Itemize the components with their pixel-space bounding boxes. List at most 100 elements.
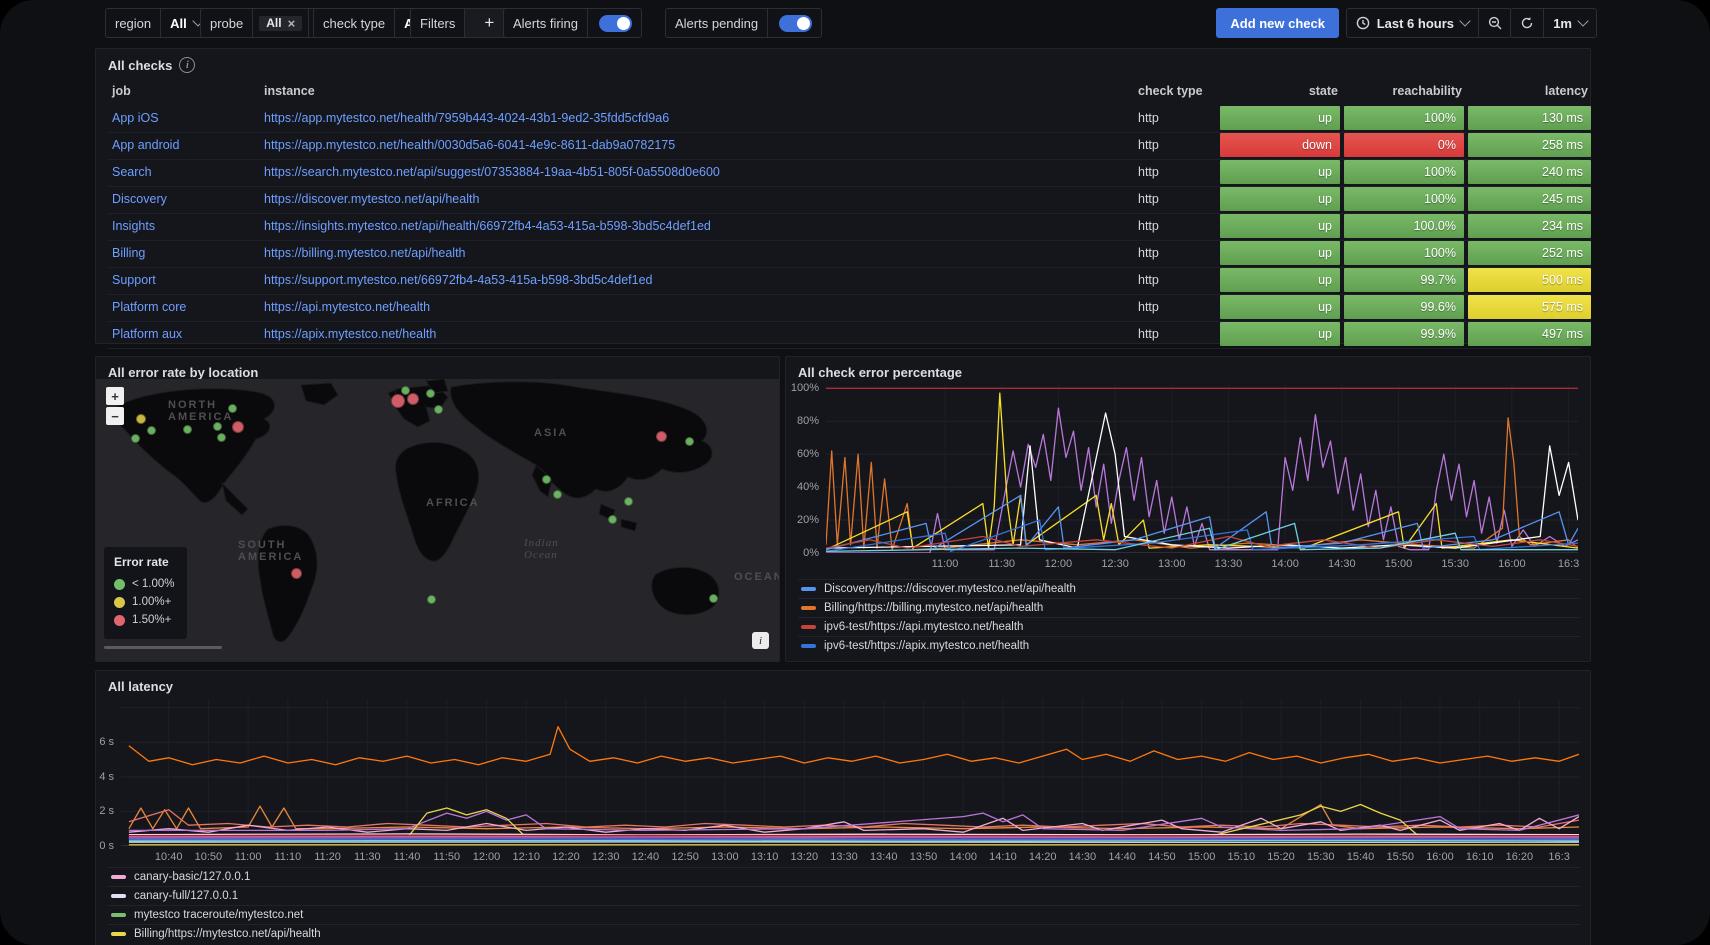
job-link[interactable]: Discovery (112, 186, 260, 212)
map-legend-scrollbar[interactable] (104, 646, 222, 649)
job-link[interactable]: App iOS (112, 105, 260, 131)
alerts-firing-toggle[interactable] (599, 15, 632, 32)
chart-legend-item[interactable]: canary-full/127.0.0.1 (108, 886, 1580, 905)
map-marker-ok[interactable] (709, 594, 718, 603)
map-zoom-in-button[interactable]: + (106, 387, 124, 405)
info-icon[interactable]: i (179, 57, 195, 73)
panel-title-latency: All latency (108, 679, 173, 694)
map-marker-ok[interactable] (217, 433, 226, 442)
job-link[interactable]: App android (112, 132, 260, 158)
latency-plot: 6 s4 s2 s0 s10:4010:5011:0011:1011:2011:… (121, 699, 1579, 846)
map-marker-crit[interactable] (407, 393, 419, 405)
job-link[interactable]: Search (112, 159, 260, 185)
chart-legend-item[interactable]: canary-basic/127.0.0.1 (108, 867, 1580, 886)
instance-link[interactable]: https://api.mytestco.net/health (264, 294, 1124, 320)
refresh-button[interactable] (1511, 9, 1543, 37)
instance-link[interactable]: https://apix.mytestco.net/health (264, 321, 1124, 347)
map-marker-ok[interactable] (147, 426, 156, 435)
legend-dot-icon (114, 597, 125, 608)
error-percentage-plot: 100%80%60%40%20%0%11:0011:3012:0012:3013… (826, 385, 1578, 553)
chart-legend-item[interactable]: mytestco traceroute/mytestco.net (108, 905, 1580, 924)
x-axis-tick: 12:50 (671, 851, 699, 863)
map-marker-ok[interactable] (131, 434, 140, 443)
probe-filter-tag[interactable]: All× (259, 16, 302, 31)
state-cell: up (1220, 241, 1340, 265)
map-region-label: ASIA (534, 427, 568, 439)
job-link[interactable]: Platform core (112, 294, 260, 320)
x-axis-tick: 11:20 (314, 851, 341, 863)
job-link[interactable]: Billing (112, 240, 260, 266)
y-axis-tick: 0% (803, 547, 826, 559)
map-legend-item: < 1.00% (114, 575, 175, 593)
series-blue (129, 839, 1579, 840)
map-marker-ok[interactable] (624, 497, 633, 506)
zoom-out-time-button[interactable] (1478, 9, 1511, 37)
map-attribution-button[interactable]: i (752, 632, 769, 649)
remove-tag-icon[interactable]: × (288, 16, 296, 31)
map-marker-ok[interactable] (401, 386, 410, 395)
map-marker-crit[interactable] (391, 394, 405, 408)
chart-legend-item[interactable]: ipv6-test/https://api.mytestco.net/healt… (798, 617, 1580, 636)
map-marker-ok[interactable] (427, 595, 436, 604)
map-marker-crit[interactable] (232, 421, 244, 433)
region-filter[interactable]: region All (105, 8, 212, 38)
instance-link[interactable]: https://app.mytestco.net/health/0030d5a6… (264, 132, 1124, 158)
instance-link[interactable]: https://billing.mytestco.net/api/health (264, 240, 1124, 266)
instance-link[interactable]: https://support.mytestco.net/66972fb4-4a… (264, 267, 1124, 293)
x-axis-tick: 14:10 (989, 851, 1017, 863)
chart-legend-item[interactable]: Billing/https://billing.mytestco.net/api… (798, 598, 1580, 617)
y-axis-tick: 2 s (99, 805, 121, 817)
table-row: Supporthttps://support.mytestco.net/6697… (108, 267, 1580, 295)
latency-cell: 130 ms (1468, 106, 1591, 130)
instance-link[interactable]: https://search.mytestco.net/api/suggest/… (264, 159, 1124, 185)
state-cell: up (1220, 268, 1340, 292)
job-link[interactable]: Platform aux (112, 321, 260, 347)
reachability-cell: 100% (1344, 241, 1464, 265)
x-axis-tick: 10:50 (195, 851, 223, 863)
check-type-cell: http (1138, 105, 1223, 131)
chart-legend-item[interactable]: Discovery/https://discover.mytestco.net/… (798, 579, 1580, 598)
add-new-check-button[interactable]: Add new check (1216, 8, 1339, 38)
filters-control[interactable]: Filters + (410, 8, 514, 38)
legend-dash-icon (111, 932, 126, 936)
reachability-cell: 99.6% (1344, 295, 1464, 319)
map-region-label: SOUTH AMERICA (238, 539, 303, 563)
map-marker-ok[interactable] (553, 490, 562, 499)
map-zoom-out-button[interactable]: − (106, 407, 124, 425)
dashboard-screen: region All probe All× × check type All F… (0, 0, 1710, 945)
map-marker-ok[interactable] (608, 515, 617, 524)
instance-link[interactable]: https://discover.mytestco.net/api/health (264, 186, 1124, 212)
world-map[interactable]: NORTH AMERICASOUTH AMERICAAFRICAASIAIndi… (96, 379, 779, 661)
map-region-label: NORTH AMERICA (168, 399, 233, 423)
instance-link[interactable]: https://insights.mytestco.net/api/health… (264, 213, 1124, 239)
x-axis-tick: 13:30 (830, 851, 858, 863)
legend-dash-icon (801, 606, 816, 610)
x-axis-tick: 11:30 (354, 851, 381, 863)
map-marker-ok[interactable] (183, 425, 192, 434)
job-link[interactable]: Support (112, 267, 260, 293)
map-marker-ok[interactable] (426, 389, 435, 398)
x-axis-tick: 15:30 (1307, 851, 1335, 863)
map-marker-ok[interactable] (213, 422, 222, 431)
x-axis-tick: 14:40 (1108, 851, 1136, 863)
alerts-pending-toggle[interactable] (779, 15, 812, 32)
time-range-picker: Last 6 hours (1346, 8, 1512, 38)
x-axis-tick: 11:50 (433, 851, 460, 863)
instance-link[interactable]: https://app.mytestco.net/health/7959b443… (264, 105, 1124, 131)
x-axis-tick: 10:40 (155, 851, 183, 863)
map-marker-crit[interactable] (291, 568, 302, 579)
x-axis-tick: 15:40 (1347, 851, 1375, 863)
map-marker-ok[interactable] (542, 475, 551, 484)
series-white (826, 413, 1578, 548)
map-marker-crit[interactable] (656, 431, 667, 442)
time-range-button[interactable]: Last 6 hours (1347, 9, 1478, 37)
map-marker-ok[interactable] (434, 405, 443, 414)
x-axis-tick: 16:3 (1548, 851, 1569, 863)
map-marker-ok[interactable] (228, 404, 237, 413)
map-marker-warn[interactable] (136, 414, 146, 424)
chart-legend-item[interactable]: Billing/https://mytestco.net/api/health (108, 924, 1580, 943)
job-link[interactable]: Insights (112, 213, 260, 239)
refresh-interval-dropdown[interactable]: 1m (1543, 9, 1596, 37)
map-marker-ok[interactable] (685, 437, 694, 446)
chart-legend-item[interactable]: ipv6-test/https://apix.mytestco.net/heal… (798, 636, 1580, 655)
